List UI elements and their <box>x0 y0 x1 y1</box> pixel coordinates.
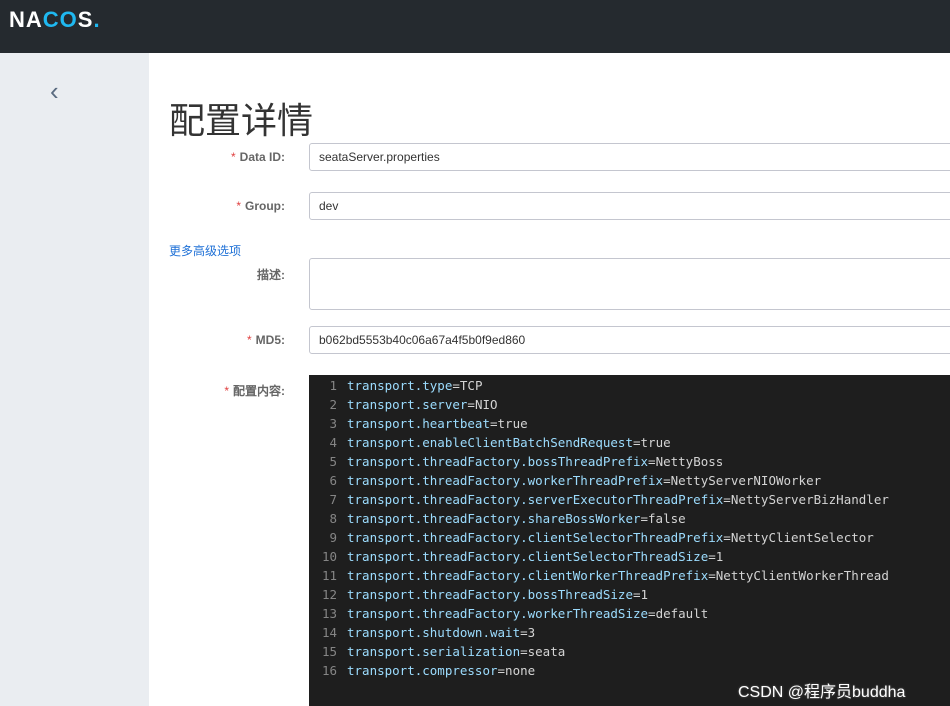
equals-sign: = <box>708 568 716 583</box>
line-number: 16 <box>321 663 337 678</box>
code-line: 9 transport.threadFactory.clientSelectorT… <box>309 528 950 547</box>
property-key: transport.server <box>347 397 468 412</box>
equals-sign: = <box>632 587 641 602</box>
line-number: 1 <box>329 378 337 393</box>
property-value: TCP <box>459 378 483 393</box>
content-label: * 配置内容: <box>224 384 285 398</box>
property-value: NettyServerNIOWorker <box>670 473 822 488</box>
property-key: transport.threadFactory.clientSelectorTh… <box>347 530 724 545</box>
code-line: 7 transport.threadFactory.serverExecutorT… <box>309 490 950 509</box>
line-number: 5 <box>329 454 337 469</box>
code-line: 2 transport.server = NIO <box>309 395 950 414</box>
line-number: 9 <box>329 530 337 545</box>
property-key: transport.threadFactory.clientWorkerThre… <box>347 568 709 583</box>
equals-sign: = <box>648 454 656 469</box>
property-key: transport.heartbeat <box>347 416 490 431</box>
line-number: 7 <box>329 492 337 507</box>
property-key: transport.compressor <box>347 663 498 678</box>
top-bar: NACOS. <box>0 0 950 53</box>
nacos-logo[interactable]: NACOS. <box>9 7 101 33</box>
code-line: 13 transport.threadFactory.workerThreadSi… <box>309 604 950 623</box>
property-key: transport.serialization <box>347 644 521 659</box>
code-line: 8 transport.threadFactory.shareBossWorker… <box>309 509 950 528</box>
equals-sign: = <box>723 492 731 507</box>
property-key: transport.shutdown.wait <box>347 625 521 640</box>
property-key: transport.threadFactory.bossThreadPrefix <box>347 454 649 469</box>
sidebar <box>0 53 149 706</box>
code-line: 11 transport.threadFactory.clientWorkerTh… <box>309 566 950 585</box>
line-number: 12 <box>321 587 337 602</box>
line-number: 11 <box>321 568 337 583</box>
code-line: 14 transport.shutdown.wait = 3 <box>309 623 950 642</box>
property-value: true <box>497 416 528 431</box>
property-key: transport.threadFactory.shareBossWorker <box>347 511 641 526</box>
back-chevron-icon[interactable]: ‹ <box>50 76 59 107</box>
md5-label: * MD5: <box>246 333 285 347</box>
property-value: 1 <box>715 549 724 564</box>
data-id-input[interactable]: seataServer.properties <box>309 143 950 171</box>
watermark: CSDN @程序员buddha <box>738 684 906 701</box>
property-value: NettyServerBizHandler <box>730 492 889 507</box>
property-key: transport.enableClientBatchSendRequest <box>347 435 633 450</box>
code-line: 1 transport.type = TCP <box>309 376 950 395</box>
property-key: transport.type <box>347 378 453 393</box>
code-line: 15 transport.serialization = seata <box>309 642 950 661</box>
line-number: 14 <box>321 625 337 640</box>
advanced-options-link[interactable]: 更多高级选项 <box>169 242 241 259</box>
property-key: transport.threadFactory.workerThreadSize <box>347 606 649 621</box>
line-number: 4 <box>329 435 337 450</box>
line-number: 10 <box>321 549 337 564</box>
property-value: seata <box>527 644 566 659</box>
code-line: 5 transport.threadFactory.bossThreadPrefi… <box>309 452 950 471</box>
property-value: none <box>505 663 536 678</box>
group-label: * Group: <box>236 199 285 213</box>
equals-sign: = <box>467 397 475 412</box>
property-value: NettyBoss <box>655 454 724 469</box>
line-number: 13 <box>321 606 337 621</box>
property-value: NettyClientSelector <box>730 530 874 545</box>
line-number: 6 <box>329 473 337 488</box>
equals-sign: = <box>632 435 641 450</box>
equals-sign: = <box>708 549 716 564</box>
code-line: 4 transport.enableClientBatchSendRequest =… <box>309 433 950 452</box>
equals-sign: = <box>497 663 506 678</box>
page-title: 配置详情 <box>169 100 314 141</box>
equals-sign: = <box>723 530 731 545</box>
property-value: 3 <box>527 625 536 640</box>
property-value: 1 <box>640 587 649 602</box>
equals-sign: = <box>663 473 671 488</box>
property-value: NIO <box>474 397 498 412</box>
property-key: transport.threadFactory.serverExecutorTh… <box>347 492 724 507</box>
equals-sign: = <box>490 416 498 431</box>
code-line: 6 transport.threadFactory.workerThreadPre… <box>309 471 950 490</box>
property-value: false <box>648 511 686 526</box>
property-value: default <box>655 606 709 621</box>
code-line: 3 transport.heartbeat = true <box>309 414 950 433</box>
line-number: 3 <box>329 416 337 431</box>
property-value: true <box>640 435 671 450</box>
equals-sign: = <box>520 644 528 659</box>
code-editor[interactable]: 1 transport.type = TCP 2 transport.server = NIO… <box>309 375 950 706</box>
group-input[interactable]: dev <box>309 192 950 220</box>
code-line: 12 transport.threadFactory.bossThreadSize… <box>309 585 950 604</box>
line-number: 8 <box>329 511 337 526</box>
equals-sign: = <box>648 606 656 621</box>
property-key: transport.threadFactory.workerThreadPref… <box>347 473 664 488</box>
code-line: 10 transport.threadFactory.clientSelector… <box>309 547 950 566</box>
property-value: NettyClientWorkerThread <box>715 568 889 583</box>
description-label: 描述: <box>257 268 285 282</box>
equals-sign: = <box>452 378 460 393</box>
property-key: transport.threadFactory.bossThreadSize <box>347 587 633 602</box>
equals-sign: = <box>640 511 649 526</box>
equals-sign: = <box>520 625 528 640</box>
md5-input[interactable]: b062bd5553b40c06a67a4f5b0f9ed860 <box>309 326 950 354</box>
data-id-label: * Data ID: <box>230 150 285 164</box>
line-number: 15 <box>321 644 337 659</box>
property-key: transport.threadFactory.clientSelectorTh… <box>347 549 709 564</box>
line-number: 2 <box>329 397 337 412</box>
description-textarea[interactable] <box>309 258 950 310</box>
